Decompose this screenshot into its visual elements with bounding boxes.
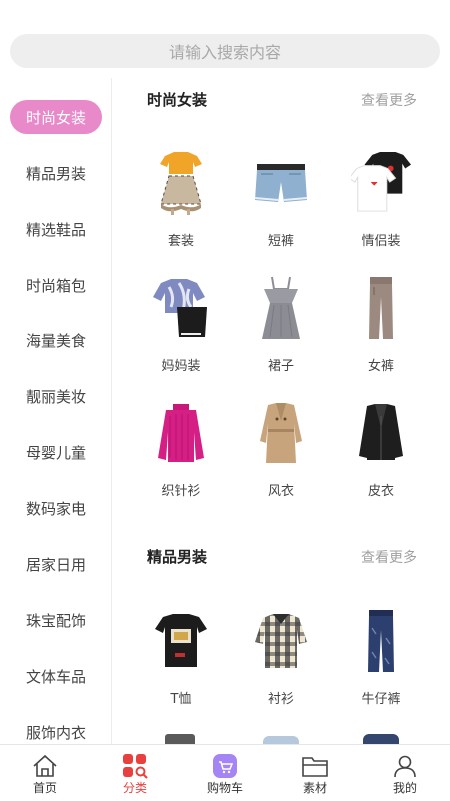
sidebar-item-jewelry[interactable]: 珠宝配饰: [0, 602, 111, 638]
section-title: 时尚女装: [147, 91, 208, 109]
category-item-jeans[interactable]: 牛仔裤: [331, 606, 431, 707]
category-item-shorts[interactable]: 短裤: [231, 148, 331, 249]
tab-cart[interactable]: 购物车: [180, 745, 270, 801]
cart-icon: [211, 752, 239, 780]
sidebar-item-food[interactable]: 海量美食: [0, 322, 111, 358]
dress-icon: [251, 273, 311, 343]
home-icon: [31, 752, 59, 780]
section-title: 精品男装: [147, 548, 208, 566]
tab-home[interactable]: 首页: [0, 745, 90, 801]
outfit-set-icon: [151, 148, 211, 218]
plaid-shirt-icon: [251, 606, 311, 676]
user-icon: [391, 752, 419, 780]
women-pants-icon: [351, 273, 411, 343]
category-item-outfit-set[interactable]: 套装: [131, 148, 231, 249]
category-item-shirt[interactable]: 衬衫: [231, 606, 331, 707]
category-item-women-pants[interactable]: 女裤: [331, 273, 431, 374]
category-sidebar: 时尚女装 精品男装 精选鞋品 时尚箱包 海量美食 靓丽美妆 母婴儿童 数码家电 …: [0, 78, 112, 744]
category-item-trench[interactable]: 风衣: [231, 398, 331, 499]
denim-shorts-icon: [251, 148, 311, 218]
knit-sweater-icon: [151, 398, 211, 468]
category-icon: [121, 752, 149, 780]
partial-item-thumb: [263, 736, 299, 744]
sidebar-item-makeup[interactable]: 靓丽美妆: [0, 378, 111, 414]
folder-icon: [301, 752, 329, 780]
partial-item-thumb: [165, 734, 195, 744]
category-item-mom[interactable]: 妈妈装: [131, 273, 231, 374]
bottom-tab-bar: 首页 分类 购物车 素材 我的: [0, 744, 450, 800]
couple-tshirts-icon: [351, 148, 411, 218]
search-placeholder: 请输入搜索内容: [168, 43, 281, 62]
category-item-knit[interactable]: 织针衫: [131, 398, 231, 499]
tab-category[interactable]: 分类: [90, 745, 180, 801]
sidebar-item-baby[interactable]: 母婴儿童: [0, 434, 111, 470]
sidebar-item-women[interactable]: 时尚女装: [10, 100, 102, 134]
sidebar-item-sports[interactable]: 文体车品: [0, 658, 111, 694]
category-content: 时尚女装 查看更多 套装 短裤 情侣装 妈妈装 裙子 女裤 织针衫 风衣 皮衣 …: [113, 78, 450, 744]
tab-mine[interactable]: 我的: [360, 745, 450, 801]
tab-material[interactable]: 素材: [270, 745, 360, 801]
view-more-link[interactable]: 查看更多: [361, 90, 417, 110]
tshirt-icon: [151, 606, 211, 676]
sidebar-item-bags[interactable]: 时尚箱包: [0, 267, 111, 303]
sidebar-item-digital[interactable]: 数码家电: [0, 490, 111, 526]
search-bar-area: 请输入搜索内容: [0, 0, 450, 78]
sidebar-item-shoes[interactable]: 精选鞋品: [0, 211, 111, 247]
mom-outfit-icon: [151, 273, 211, 343]
trench-coat-icon: [251, 398, 311, 468]
view-more-link[interactable]: 查看更多: [361, 547, 417, 567]
leather-jacket-icon: [351, 398, 411, 468]
category-item-tshirt[interactable]: T恤: [131, 606, 231, 707]
category-item-dress[interactable]: 裙子: [231, 273, 331, 374]
partial-item-thumb: [363, 734, 399, 744]
search-input[interactable]: 请输入搜索内容: [10, 34, 440, 68]
category-item-couple[interactable]: 情侣装: [331, 148, 431, 249]
jeans-icon: [351, 606, 411, 676]
category-item-leather[interactable]: 皮衣: [331, 398, 431, 499]
sidebar-item-men[interactable]: 精品男装: [0, 155, 111, 191]
sidebar-item-home[interactable]: 居家日用: [0, 546, 111, 582]
sidebar-item-underwear[interactable]: 服饰内衣: [0, 714, 111, 744]
